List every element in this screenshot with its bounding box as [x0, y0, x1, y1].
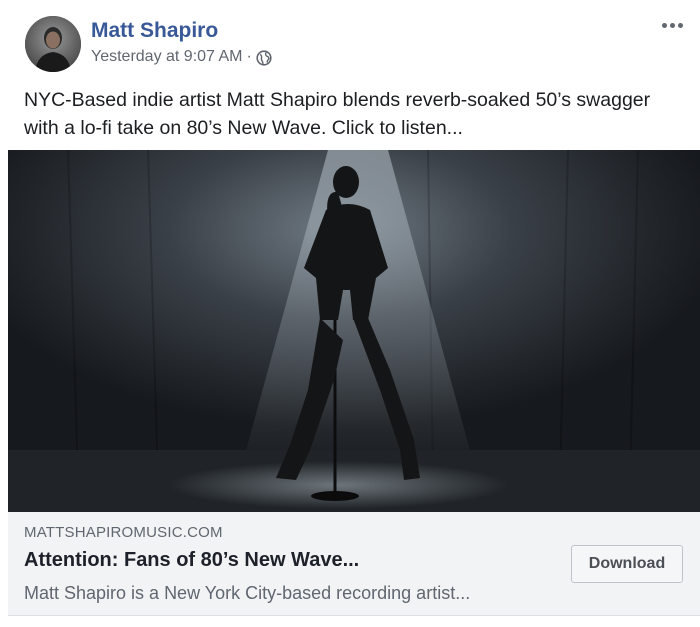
post-image[interactable]	[8, 150, 700, 512]
post-meta: Yesterday at 9:07 AM ·	[91, 48, 272, 66]
facebook-post: Matt Shapiro Yesterday at 9:07 AM · NYC-…	[0, 0, 700, 627]
more-options-icon[interactable]	[654, 10, 690, 40]
author-name[interactable]: Matt Shapiro	[91, 19, 218, 43]
more-dot	[661, 22, 667, 28]
post-text: NYC-Based indie artist Matt Shapiro blen…	[24, 89, 651, 139]
download-button[interactable]: Download	[571, 545, 683, 583]
more-dot	[669, 22, 675, 28]
globe-icon[interactable]	[256, 49, 272, 66]
timestamp[interactable]: Yesterday at 9:07 AM	[91, 48, 243, 66]
avatar-image	[25, 16, 81, 72]
link-preview[interactable]: MATTSHAPIROMUSIC.COM Attention: Fans of …	[8, 512, 700, 616]
performer-photo	[8, 150, 700, 512]
meta-separator: ·	[246, 48, 252, 65]
link-title[interactable]: Attention: Fans of 80’s New Wave...	[24, 549, 359, 572]
more-dot	[677, 22, 683, 28]
avatar[interactable]	[25, 16, 81, 72]
link-description: Matt Shapiro is a New York City-based re…	[24, 583, 471, 603]
link-domain[interactable]: MATTSHAPIROMUSIC.COM	[24, 524, 223, 541]
